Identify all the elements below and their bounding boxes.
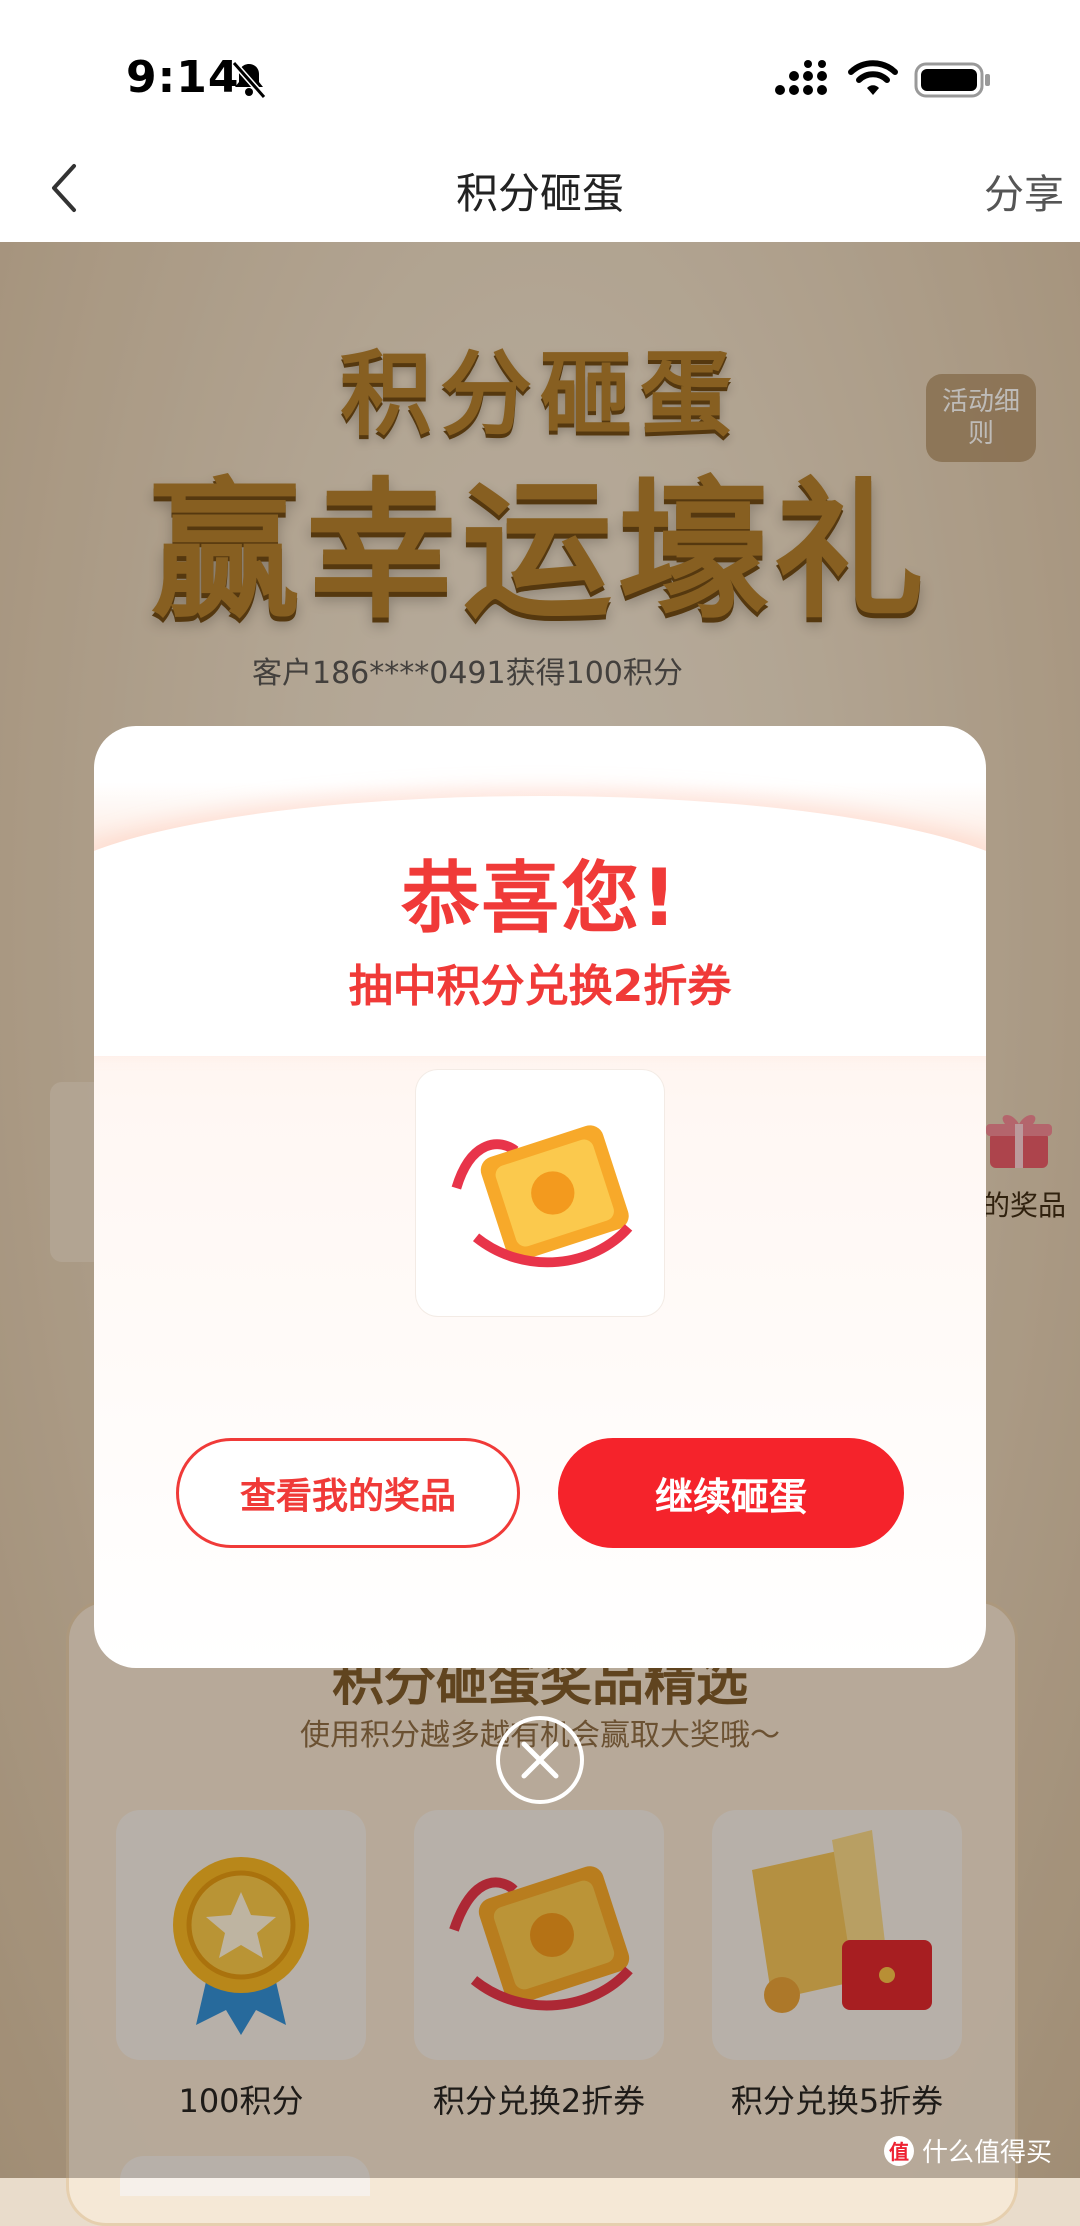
bell-muted-icon xyxy=(231,61,267,99)
continue-smash-button[interactable]: 继续砸蛋 xyxy=(558,1438,904,1548)
modal-prize-image xyxy=(416,1070,664,1316)
modal-title: 恭喜您! xyxy=(401,854,679,944)
close-circle-icon[interactable] xyxy=(494,1714,586,1806)
coupon-icon xyxy=(451,1125,633,1268)
nav-bar: 积分砸蛋 分享 xyxy=(0,140,1080,242)
modal-subtitle: 抽中积分兑换2折券 xyxy=(348,961,732,1012)
result-modal: 恭喜您! 抽中积分兑换2折券 查看我的奖品 继续砸蛋 xyxy=(94,726,986,1668)
wifi-icon xyxy=(848,60,898,95)
page-title: 积分砸蛋 xyxy=(455,169,624,218)
share-button[interactable]: 分享 xyxy=(984,162,1064,220)
battery-icon xyxy=(914,62,990,98)
signal-icon xyxy=(775,60,827,95)
watermark: 值 什么值得买 xyxy=(883,2132,1052,2169)
status-time: 9:14 xyxy=(126,52,240,103)
status-bar: 9:14 xyxy=(0,0,1080,140)
watermark-badge: 值 xyxy=(883,2135,914,2166)
watermark-text: 什么值得买 xyxy=(921,2138,1052,2168)
view-my-prizes-button[interactable]: 查看我的奖品 xyxy=(176,1438,520,1548)
